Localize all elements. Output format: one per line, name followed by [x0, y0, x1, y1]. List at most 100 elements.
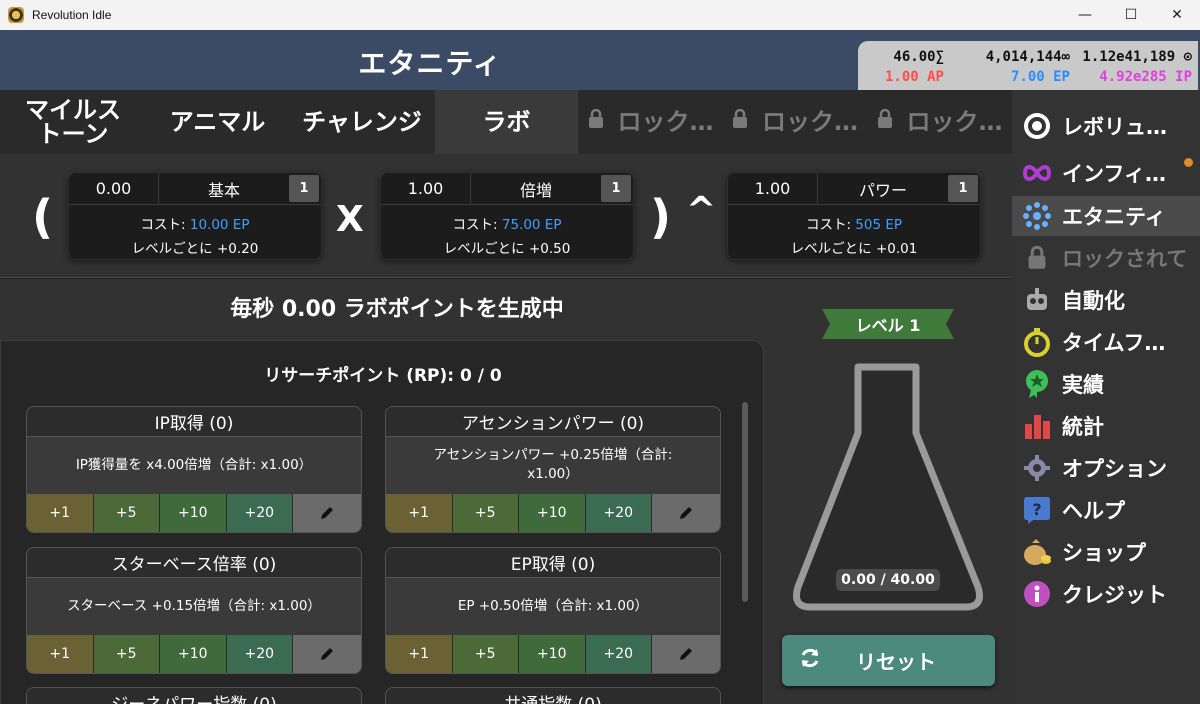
sidebar: レボリュ… インフィ… エタニティ ロックされて 自動化 タイムフ… 実績 統計… [1012, 90, 1200, 704]
currency-ep: 7.00 EP [1010, 69, 1070, 85]
buy-20-button[interactable]: +20 [585, 494, 652, 532]
research-card: EP取得 (0) EP +0.50倍増（合計: x1.00） +1 +5 +10… [385, 547, 721, 674]
info-icon [1022, 579, 1052, 609]
power-per-level: レベルごとに +0.01 [790, 241, 918, 257]
multiplier-value: 1.00 [381, 173, 471, 204]
sidebar-item-label: ロックされて [1062, 247, 1188, 271]
sidebar-item-automation[interactable]: 自動化 [1012, 280, 1200, 320]
sidebar-item-credits[interactable]: クレジット [1012, 574, 1200, 614]
research-points: リサーチポイント (RP): 0 / 0 [264, 366, 502, 386]
sidebar-item-label: 実績 [1062, 373, 1104, 397]
tab-locked-1[interactable]: ロック… [578, 90, 723, 154]
lab-formula: ( 0.00 基本 1 コスト: 10.00 EP レベルごとに +0.20 X… [0, 154, 1012, 278]
research-card-title: ジーネパワー指数 (0) [27, 688, 361, 704]
buy-20-button[interactable]: +20 [585, 635, 652, 673]
research-card: アセンションパワー (0) アセンションパワー +0.25倍増（合計: x1.0… [385, 406, 721, 533]
power-upgrade[interactable]: 1.00 パワー 1 コスト: 505 EP レベルごとに +0.01 [727, 172, 981, 260]
open-paren: ( [32, 190, 54, 244]
multiplier-upgrade[interactable]: 1.00 倍増 1 コスト: 75.00 EP レベルごとに +0.50 [380, 172, 634, 260]
lock-icon [1022, 243, 1052, 273]
sidebar-item-achievements[interactable]: 実績 [1012, 364, 1200, 404]
close-paren: ) [650, 190, 672, 244]
sidebar-item-label: レボリュ… [1062, 115, 1167, 139]
tab-milestones[interactable]: マイルス トーン [0, 90, 146, 154]
sidebar-item-statistics[interactable]: 統計 [1012, 406, 1200, 446]
sidebar-item-label: エタニティ [1062, 205, 1166, 229]
base-upgrade[interactable]: 0.00 基本 1 コスト: 10.00 EP レベルごとに +0.20 [68, 172, 322, 260]
buy-5-button[interactable]: +5 [452, 635, 519, 673]
generation-rate: 毎秒 0.00 ラボポイントを生成中 [230, 297, 564, 322]
sidebar-item-shop[interactable]: ショップ [1012, 532, 1200, 572]
pencil-icon[interactable] [293, 635, 361, 673]
research-card-title: スターベース倍率 (0) [27, 548, 361, 578]
sidebar-item-help[interactable]: ? ヘルプ [1012, 490, 1200, 530]
buy-1-button[interactable]: +1 [386, 635, 453, 673]
buy-1-button[interactable]: +1 [27, 635, 94, 673]
tab-locked-2[interactable]: ロック… [723, 90, 867, 154]
buy-20-button[interactable]: +20 [226, 494, 293, 532]
research-card: スターベース倍率 (0) スターベース +0.15倍増（合計: x1.00） +… [26, 547, 362, 674]
sidebar-item-label: クレジット [1062, 583, 1167, 607]
tab-locked-3[interactable]: ロック… [867, 90, 1012, 154]
buy-10-button[interactable]: +10 [160, 494, 227, 532]
base-value: 0.00 [69, 173, 159, 204]
buy-10-button[interactable]: +10 [160, 635, 227, 673]
sidebar-item-label: 自動化 [1062, 289, 1125, 313]
notification-dot [1184, 158, 1193, 167]
buy-10-button[interactable]: +10 [519, 494, 586, 532]
reset-button[interactable]: リセット [782, 635, 995, 686]
research-card-title: 共通指数 (0) [386, 688, 720, 704]
research-panel: リサーチポイント (RP): 0 / 0 IP取得 (0) IP獲得量を x4.… [0, 340, 764, 704]
minimize-button[interactable]: — [1062, 0, 1108, 30]
buy-1-button[interactable]: +1 [27, 494, 94, 532]
tab-animals[interactable]: アニマル [146, 90, 289, 154]
power-name: パワー [858, 180, 907, 200]
sidebar-item-options[interactable]: オプション [1012, 448, 1200, 488]
sidebar-item-locked[interactable]: ロックされて [1012, 238, 1200, 278]
maximize-button[interactable]: ☐ [1108, 0, 1154, 30]
pencil-icon[interactable] [293, 494, 361, 532]
sidebar-item-timeflow[interactable]: タイムフ… [1012, 322, 1200, 362]
buy-20-button[interactable]: +20 [226, 635, 293, 673]
power-sign: ^ [686, 190, 717, 231]
research-card-desc: アセンションパワー +0.25倍増（合計: x1.00） [433, 447, 673, 482]
cost-label: コスト: [805, 217, 856, 233]
buy-5-button[interactable]: +5 [93, 635, 160, 673]
research-card-title: アセンションパワー (0) [386, 407, 720, 437]
cost-label: コスト: [452, 217, 502, 233]
multiply-sign: X [336, 199, 364, 240]
sidebar-item-label: ヘルプ [1062, 499, 1125, 523]
robot-icon [1022, 285, 1052, 315]
tab-lab[interactable]: ラボ [435, 90, 578, 154]
page-title: エタニティ [358, 47, 502, 80]
research-card: ジーネパワー指数 (0) [26, 687, 362, 704]
sidebar-item-eternity[interactable]: エタニティ [1012, 196, 1200, 236]
lab-level: レベル 1 [855, 316, 921, 335]
multiplier-cost: 75.00 EP [501, 217, 562, 233]
lock-icon [877, 108, 893, 136]
cost-label: コスト: [140, 217, 190, 233]
sidebar-item-label: オプション [1062, 457, 1167, 481]
pencil-icon[interactable] [652, 635, 720, 673]
currency-sigma: 46.00∑ [893, 49, 944, 65]
research-card-desc: スターベース +0.15倍増（合計: x1.00） [67, 597, 321, 614]
base-cost: 10.00 EP [189, 217, 250, 233]
buy-1-button[interactable]: +1 [386, 494, 453, 532]
base-name: 基本 [207, 180, 240, 200]
infinity-icon [1022, 158, 1052, 188]
power-level-badge: 1 [948, 175, 978, 202]
lab-main: 毎秒 0.00 ラボポイントを生成中 リサーチポイント (RP): 0 / 0 … [0, 279, 1012, 704]
research-card: 共通指数 (0) [385, 687, 721, 704]
research-card-title: EP取得 (0) [386, 548, 720, 578]
close-button[interactable]: ✕ [1154, 0, 1200, 30]
currency-ip: 4.92e285 IP [1099, 69, 1192, 85]
sidebar-item-revolution[interactable]: レボリュ… [1012, 106, 1200, 146]
sidebar-item-infinity[interactable]: インフィ… [1012, 153, 1200, 193]
pencil-icon[interactable] [652, 494, 720, 532]
revolution-icon [1022, 111, 1052, 141]
research-scrollbar[interactable] [742, 402, 748, 602]
buy-5-button[interactable]: +5 [452, 494, 519, 532]
buy-5-button[interactable]: +5 [93, 494, 160, 532]
tab-challenges[interactable]: チャレンジ [289, 90, 435, 154]
buy-10-button[interactable]: +10 [519, 635, 586, 673]
